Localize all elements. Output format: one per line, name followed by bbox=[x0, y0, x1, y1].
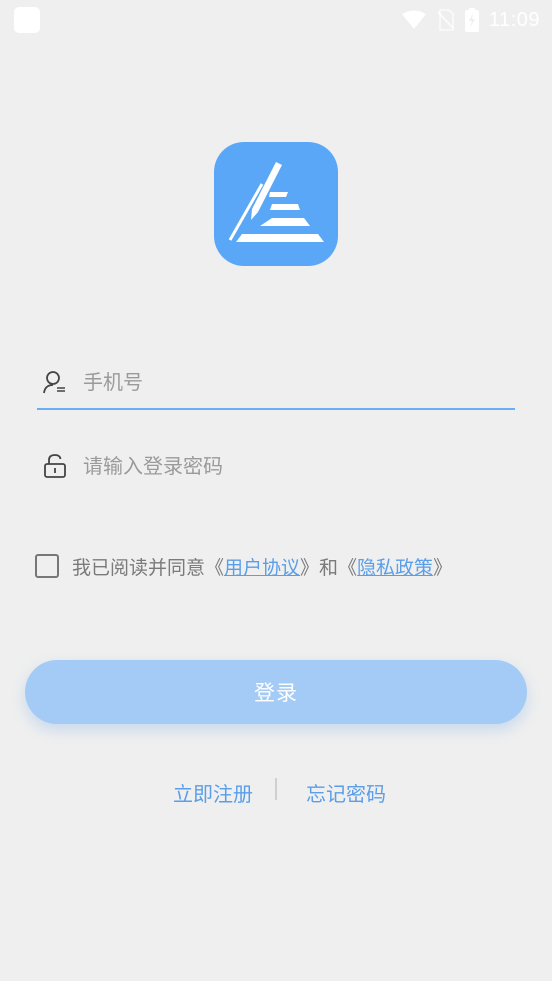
user-icon bbox=[43, 371, 65, 394]
password-input[interactable] bbox=[83, 446, 503, 486]
status-bar: 11:09 bbox=[0, 0, 552, 40]
battery-charging-icon bbox=[464, 8, 479, 32]
password-field bbox=[37, 440, 515, 492]
privacy-policy-link[interactable]: 隐私政策 bbox=[357, 553, 433, 580]
status-icons: 11:09 bbox=[401, 6, 540, 34]
notification-square-icon bbox=[14, 7, 40, 33]
login-button[interactable]: 登录 bbox=[25, 660, 527, 724]
links-divider bbox=[275, 778, 277, 800]
lock-icon bbox=[44, 454, 66, 478]
no-sim-icon bbox=[437, 9, 455, 31]
pen-triangle-logo-icon bbox=[228, 162, 324, 242]
forgot-password-link[interactable]: 忘记密码 bbox=[306, 778, 386, 810]
agreement-prefix: 我已阅读并同意《 bbox=[72, 556, 225, 579]
phone-input[interactable] bbox=[83, 362, 503, 402]
wifi-icon bbox=[401, 10, 426, 29]
agreement-middle: 》和《 bbox=[300, 556, 358, 579]
agreement-suffix: 》 bbox=[433, 556, 453, 579]
bottom-links: 立即注册 忘记密码 bbox=[0, 778, 552, 810]
agreement-row: 我已阅读并同意《 用户协议 》和《 隐私政策 》 bbox=[35, 551, 452, 581]
register-link[interactable]: 立即注册 bbox=[173, 778, 253, 810]
app-logo bbox=[214, 142, 338, 266]
status-time: 11:09 bbox=[488, 8, 540, 31]
user-agreement-link[interactable]: 用户协议 bbox=[224, 553, 300, 580]
phone-field bbox=[37, 356, 515, 410]
agreement-checkbox[interactable] bbox=[35, 554, 59, 578]
